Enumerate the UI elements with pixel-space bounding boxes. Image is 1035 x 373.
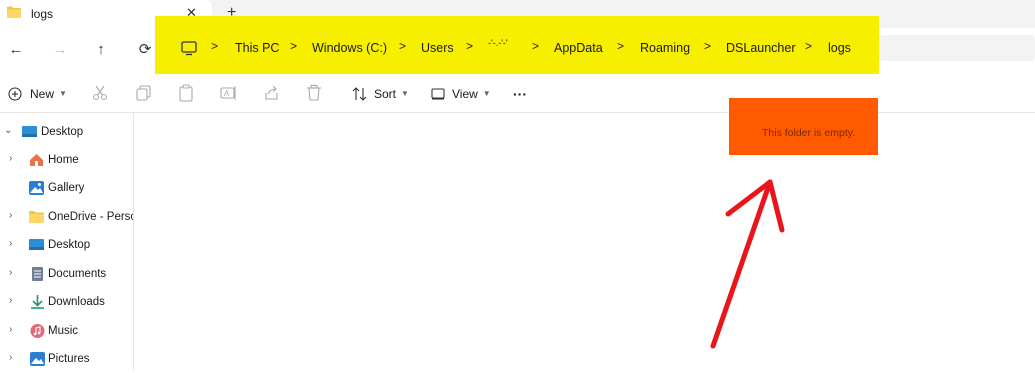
desktop-icon [29,239,44,250]
desktop-icon [22,126,37,137]
breadcrumb-roaming[interactable]: Roaming [640,41,690,55]
sidebar-item-label: Music [48,325,79,337]
sidebar-item-onedrive[interactable]: › OneDrive - Persor [0,203,133,231]
red-arrow-annotation [710,179,785,349]
up-button[interactable]: ↑ [90,38,112,60]
paste-icon[interactable] [177,84,195,102]
music-icon [30,324,45,338]
plus-circle-icon [8,86,22,101]
rename-icon[interactable]: A [220,84,238,102]
sort-button-label: Sort [374,86,397,101]
folder-icon [7,6,21,18]
more-options-button[interactable]: ··· [513,75,527,112]
svg-text:A: A [224,89,230,98]
refresh-button[interactable]: ⟳ [134,38,156,60]
view-button-label: View [452,86,478,101]
chevron-down-icon: ▼ [59,89,67,98]
delete-icon[interactable] [305,84,323,102]
breadcrumb-appdata[interactable]: AppData [554,41,603,55]
tab-title: logs [31,7,54,21]
sidebar-item-label: Documents [48,268,107,280]
empty-folder-message: This folder is empty. [762,127,856,139]
sidebar-item-label: Gallery [48,182,85,194]
chevron-down-icon: ▼ [482,89,491,98]
sort-button[interactable]: Sort ▼ [352,75,409,112]
view-icon [431,87,445,100]
gallery-icon [29,181,44,195]
chevron-down-icon[interactable]: ⌄ [4,125,12,136]
file-list-pane[interactable] [134,113,1035,370]
share-icon[interactable] [263,84,281,102]
breadcrumb-users[interactable]: Users [421,41,454,55]
sidebar-item-label: Home [48,154,79,166]
sidebar-item-label: Desktop [48,239,91,251]
chevron-down-icon: ▼ [401,89,409,98]
breadcrumb-user-name[interactable]: -'-.-'-' [488,38,508,48]
back-button[interactable]: ← [5,38,27,60]
monitor-icon[interactable] [181,41,197,56]
chevron-right-icon[interactable]: › [9,153,12,164]
sidebar-item-downloads[interactable]: › Downloads [0,288,133,316]
breadcrumb-dslauncher[interactable]: DSLauncher [726,41,796,55]
view-button[interactable]: View ▼ [431,75,491,112]
sidebar-item-desktop[interactable]: › Desktop [0,231,133,259]
breadcrumb-logs[interactable]: logs [828,41,851,55]
new-button-label: New [30,86,55,101]
sidebar-item-pictures[interactable]: › Pictures [0,345,133,373]
sidebar-item-desktop-root[interactable]: ⌄ Desktop [0,118,133,146]
chevron-right-icon[interactable]: › [9,324,12,335]
breadcrumb-separator[interactable]: > [617,39,624,53]
breadcrumb-separator[interactable]: > [532,39,539,53]
sidebar-item-home[interactable]: › Home [0,146,133,174]
sidebar-item-documents[interactable]: › Documents [0,260,133,288]
command-bar: New ▼ A Sort ▼ View ▼ ··· [0,75,1035,113]
home-icon [30,154,43,166]
chevron-right-icon[interactable]: › [9,352,12,363]
empty-folder-highlight: This folder is empty. [729,98,878,155]
breadcrumb-separator[interactable]: > [211,39,218,53]
breadcrumb-separator[interactable]: > [704,39,711,53]
downloads-icon [31,295,44,309]
sidebar-item-label: OneDrive - Persor [48,211,133,223]
sidebar-item-label: Pictures [48,353,90,365]
sidebar-item-gallery[interactable]: Gallery [0,174,133,202]
chevron-right-icon[interactable]: › [9,238,12,249]
pictures-icon [30,352,45,366]
breadcrumb-separator[interactable]: > [399,39,406,53]
chevron-right-icon[interactable]: › [9,210,12,221]
folder-icon [29,211,44,223]
breadcrumb-separator[interactable]: > [466,39,473,53]
sort-icon [352,86,367,101]
breadcrumb-windows-c[interactable]: Windows (C:) [312,41,387,55]
chevron-right-icon[interactable]: › [9,267,12,278]
cut-icon[interactable] [91,84,109,102]
chevron-right-icon[interactable]: › [9,295,12,306]
documents-icon [32,267,43,281]
copy-icon[interactable] [135,84,153,102]
sidebar-item-label: Desktop [41,126,84,138]
breadcrumb-separator[interactable]: > [805,39,812,53]
new-button[interactable]: New ▼ [8,75,67,112]
breadcrumb[interactable]: > This PC > Windows (C:) > Users > -'-.-… [155,16,879,74]
sidebar-item-label: Downloads [48,296,105,308]
navigation-pane: ⌄ Desktop › Home Gallery › OneDrive - Pe… [0,113,134,370]
address-bar-extension[interactable] [879,35,1035,61]
breadcrumb-this-pc[interactable]: This PC [235,41,279,55]
sidebar-item-music[interactable]: › Music [0,317,133,345]
breadcrumb-separator[interactable]: > [290,39,297,53]
forward-button[interactable]: → [49,38,71,60]
